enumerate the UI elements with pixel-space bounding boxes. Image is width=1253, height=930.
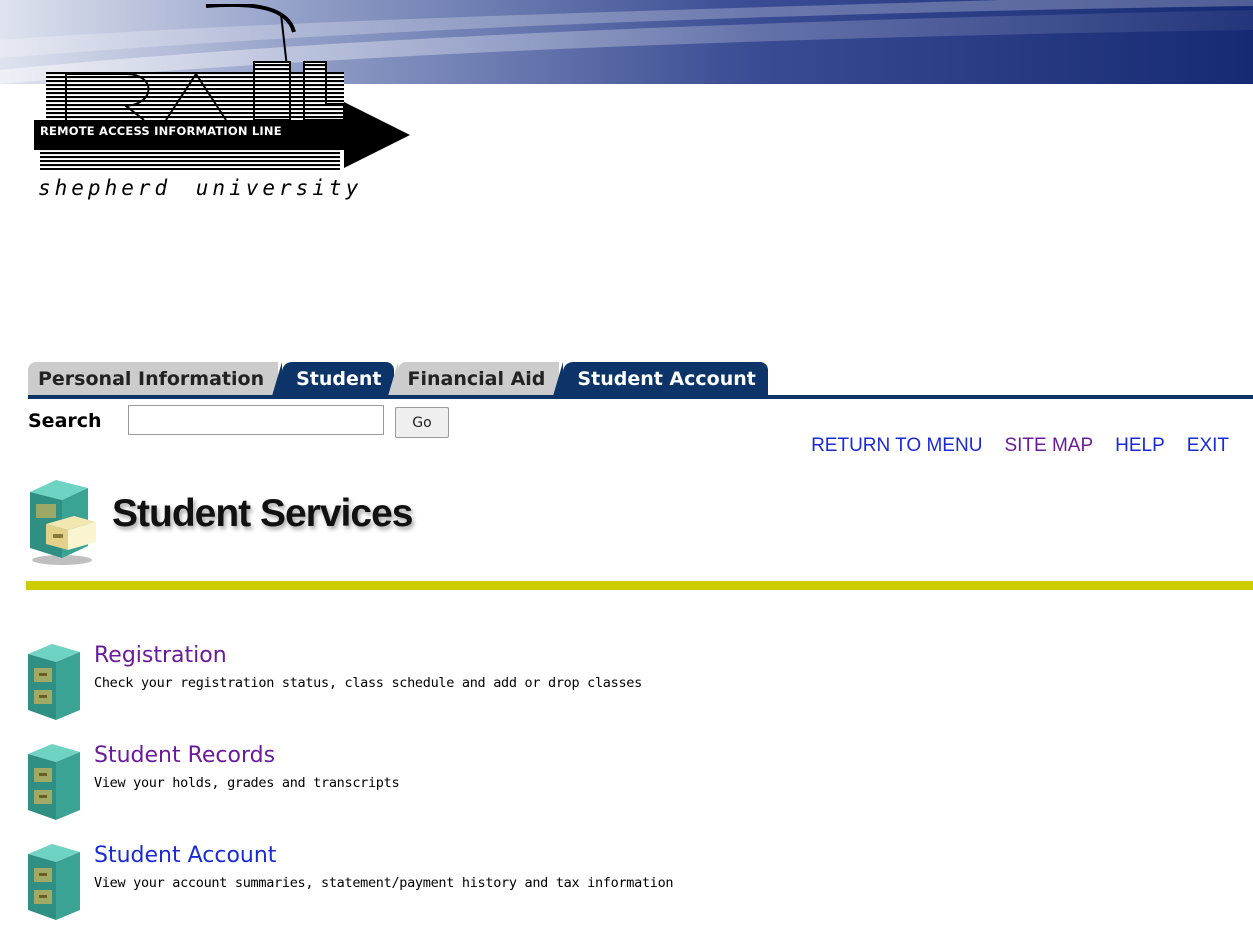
menu-item-description: Check your registration status, class sc… xyxy=(94,675,642,691)
site-map-link[interactable]: SITE MAP xyxy=(1004,435,1093,457)
page: REMOTE ACCESS INFORMATION LINE shepherd … xyxy=(0,0,1253,930)
file-cabinet-icon xyxy=(26,640,92,724)
exit-link[interactable]: EXIT xyxy=(1187,435,1229,457)
menu-item-description: View your account summaries, statement/p… xyxy=(94,875,674,891)
menu-item-student-account: Student Account View your account summar… xyxy=(26,840,1226,930)
tab-label: Financial Aid xyxy=(407,368,546,390)
student-account-link[interactable]: Student Account xyxy=(94,843,276,868)
help-link[interactable]: HELP xyxy=(1115,435,1165,457)
search-input[interactable] xyxy=(128,405,384,435)
tab-label: Student xyxy=(296,368,382,390)
tab-underline xyxy=(28,395,1253,399)
logo-line-text: REMOTE ACCESS INFORMATION LINE xyxy=(40,124,282,138)
menu-item-student-records: Student Records View your holds, grades … xyxy=(26,740,1226,830)
logo-tagline: shepherd university xyxy=(38,176,363,200)
student-records-link[interactable]: Student Records xyxy=(94,743,275,768)
menu-item-description: View your holds, grades and transcripts xyxy=(94,775,400,791)
tab-financial-aid[interactable]: Financial Aid xyxy=(387,362,560,396)
go-button[interactable]: Go xyxy=(395,407,449,438)
top-links: RETURN TO MENU SITE MAP HELP EXIT xyxy=(789,435,1229,457)
tab-label: Personal Information xyxy=(38,368,265,390)
file-cabinet-icon xyxy=(26,740,92,824)
file-cabinet-open-icon xyxy=(26,474,106,566)
return-to-menu-link[interactable]: RETURN TO MENU xyxy=(811,435,982,457)
page-title: Student Services xyxy=(112,492,413,535)
tab-student-account[interactable]: Student Account xyxy=(553,362,768,396)
title-divider xyxy=(26,581,1253,590)
menu-item-registration: Registration Check your registration sta… xyxy=(26,640,1226,730)
tab-label: Student Account xyxy=(577,368,756,390)
registration-link[interactable]: Registration xyxy=(94,643,227,668)
search-label: Search xyxy=(28,410,102,432)
tab-student[interactable]: Student xyxy=(272,362,394,396)
tab-personal-information[interactable]: Personal Information xyxy=(28,362,279,396)
tab-bar: Personal Information Student Financial A… xyxy=(28,352,772,396)
file-cabinet-icon xyxy=(26,840,92,924)
